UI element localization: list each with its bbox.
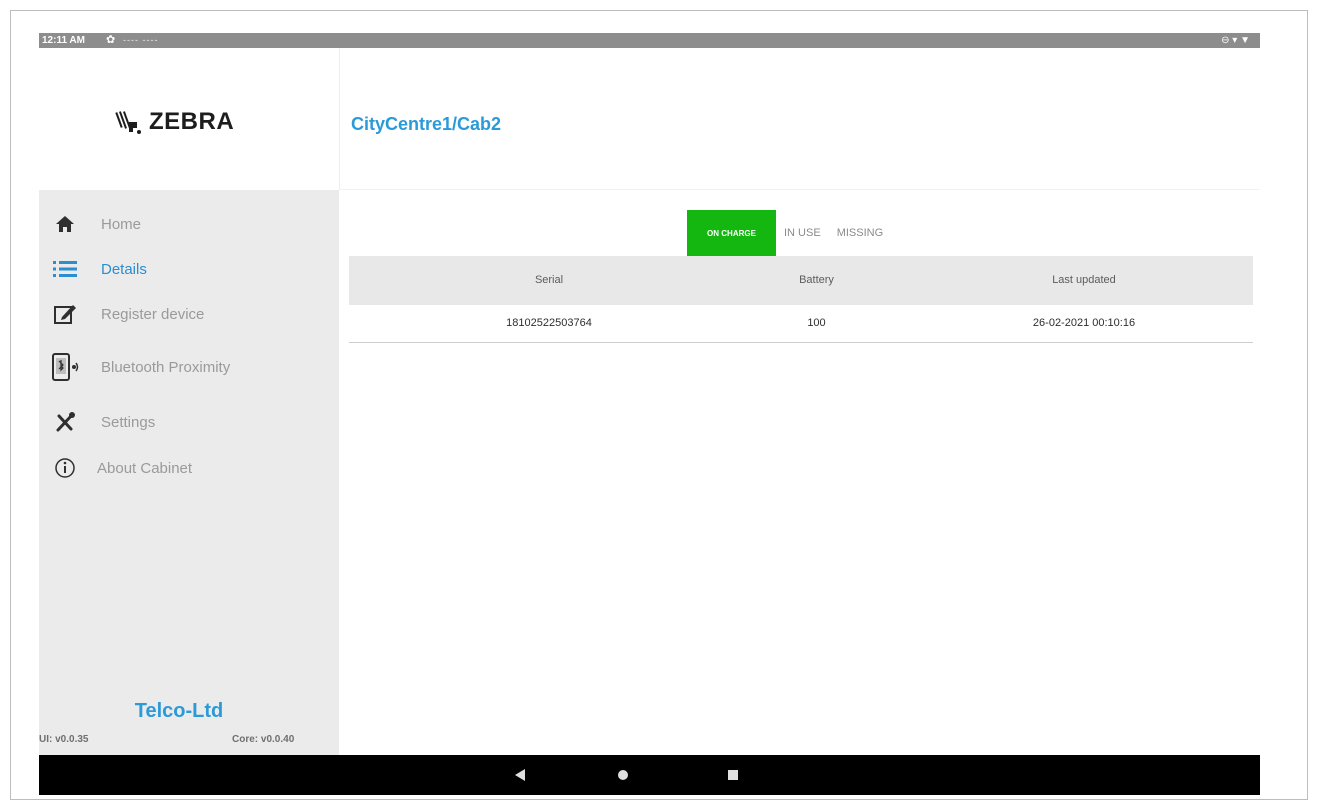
header-underline (340, 189, 1260, 190)
header-divider (339, 48, 340, 190)
sidebar-item-label: About Cabinet (97, 459, 193, 477)
edit-icon (49, 298, 81, 330)
settings-tools-icon (49, 406, 81, 438)
tab-missing[interactable]: MISSING (829, 210, 891, 256)
bluetooth-proximity-icon (49, 351, 81, 383)
cell-battery: 100 (807, 317, 826, 329)
logo-text: ZEBRA (149, 108, 235, 135)
sidebar-item-settings[interactable]: Settings (39, 402, 339, 442)
recents-square-icon[interactable] (713, 755, 753, 795)
settings-gear-icon: ✿ (106, 34, 116, 46)
sidebar-item-details[interactable]: Details (39, 249, 339, 289)
sidebar-item-label: Register device (101, 305, 205, 323)
sidebar-item-home[interactable]: Home (39, 204, 339, 244)
column-header-battery[interactable]: Battery (699, 256, 934, 305)
info-icon (49, 452, 81, 484)
sidebar: Home Details Register device Bluetooth P… (39, 190, 339, 755)
table-row[interactable]: 18102522503764 100 26-02-2021 00:10:16 (349, 305, 1253, 343)
sidebar-item-label: Details (101, 260, 147, 278)
home-icon (49, 208, 81, 240)
sidebar-item-label: Settings (101, 413, 156, 431)
sidebar-item-register-device[interactable]: Register device (39, 294, 339, 334)
zebra-logo: ZEBRA (115, 104, 234, 140)
sidebar-item-label: Bluetooth Proximity (101, 358, 231, 376)
tab-on-charge[interactable]: ON CHARGE (687, 210, 776, 256)
table-header: Serial Battery Last updated (349, 256, 1253, 305)
ui-version: UI: v0.0.35 (39, 734, 89, 745)
zebra-head-icon (115, 111, 141, 134)
core-version: Core: v0.0.40 (232, 734, 295, 745)
cell-last-updated: 26-02-2021 00:10:16 (1032, 317, 1136, 329)
home-circle-icon[interactable] (603, 755, 643, 795)
system-nav-bar (39, 755, 1260, 795)
cell-serial: 18102522503764 (506, 317, 592, 329)
company-name: Telco-Ltd (134, 700, 224, 722)
status-system-icons: ⊖ ▾ ▼ (1221, 35, 1250, 46)
status-notifications: ---- ---- (123, 35, 159, 45)
status-tabs: ON CHARGE IN USE MISSING (687, 210, 891, 256)
column-header-last-updated[interactable]: Last updated (934, 256, 1234, 305)
list-icon (49, 253, 81, 285)
sidebar-item-bluetooth-proximity[interactable]: Bluetooth Proximity (39, 347, 339, 387)
sidebar-item-about-cabinet[interactable]: About Cabinet (39, 448, 339, 488)
tab-in-use[interactable]: IN USE (776, 210, 829, 256)
column-header-serial[interactable]: Serial (349, 256, 749, 305)
page-title: CityCentre1/Cab2 (351, 114, 502, 134)
status-bar: 12:11 AM ✿ ---- ---- ⊖ ▾ ▼ (39, 33, 1260, 48)
back-triangle-icon[interactable] (500, 755, 540, 795)
status-time: 12:11 AM (42, 35, 85, 46)
sidebar-item-label: Home (101, 215, 142, 233)
